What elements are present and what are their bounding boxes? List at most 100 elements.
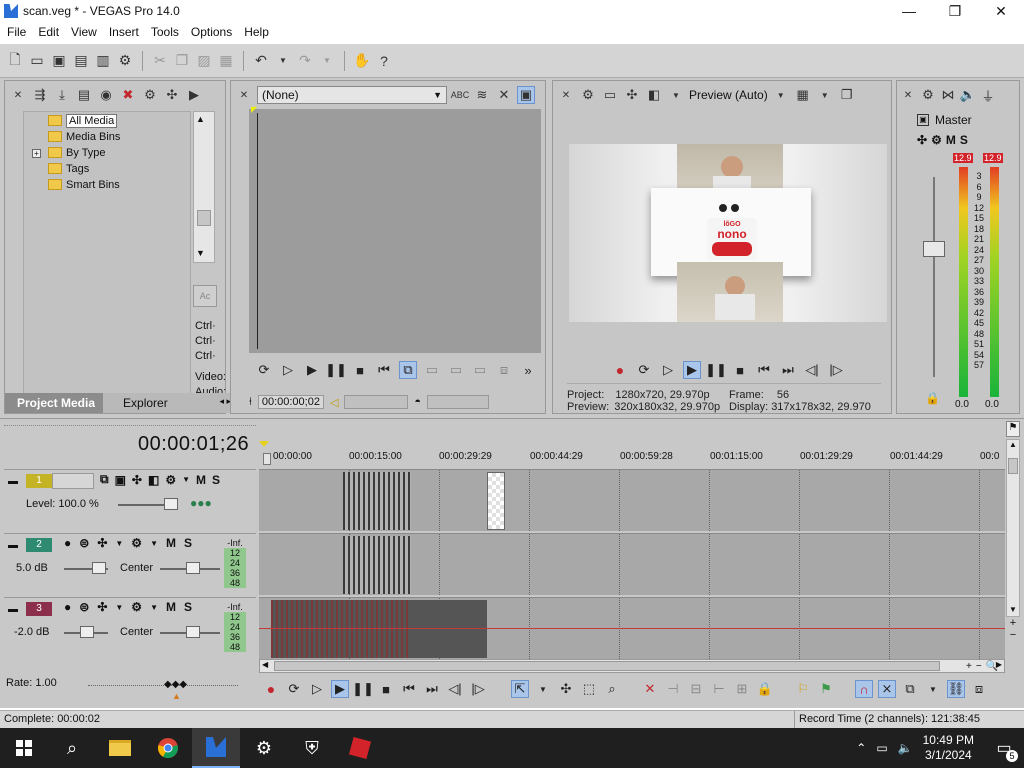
- track-fx-icon[interactable]: ✣: [97, 536, 107, 550]
- tree-item-smart-bins[interactable]: Smart Bins: [48, 177, 120, 192]
- import-media-icon[interactable]: ⇶: [31, 86, 49, 104]
- cut-icon[interactable]: ✂: [151, 52, 169, 70]
- stop-icon[interactable]: ■: [351, 361, 369, 379]
- track-name-field[interactable]: [52, 473, 94, 489]
- tab-explorer[interactable]: Explorer: [103, 393, 176, 413]
- file-explorer-icon[interactable]: [96, 728, 144, 768]
- maximize-button[interactable]: ❐: [932, 0, 978, 22]
- notification-center-button[interactable]: ▭ 5: [984, 728, 1024, 768]
- track-gear-icon[interactable]: ⚙: [165, 473, 176, 487]
- auto-preview-icon[interactable]: ✣: [163, 86, 181, 104]
- chevron-down-icon[interactable]: ▼: [772, 86, 790, 104]
- selection-tool-icon[interactable]: ⬚: [580, 680, 598, 698]
- close-panel-icon[interactable]: ✕: [235, 86, 253, 104]
- track-header-audio-2[interactable]: ▬ 2 ● ⊜ ✣ ▼ ⚙ ▼ M S 5.0 dB Center -Inf. …: [4, 533, 256, 595]
- search-icon[interactable]: ⌕: [48, 728, 96, 768]
- preview-settings-gear-icon[interactable]: ⚙: [579, 86, 597, 104]
- lock-icon[interactable]: 🔒: [925, 391, 940, 405]
- solo-button[interactable]: S: [212, 473, 220, 487]
- arm-record-icon[interactable]: ●: [64, 600, 71, 614]
- scroll-down-icon[interactable]: ▼: [196, 248, 205, 258]
- track-motion-icon[interactable]: ⧉: [100, 472, 109, 487]
- track-gear-icon[interactable]: ⚙: [131, 600, 142, 614]
- start-button[interactable]: [0, 728, 48, 768]
- lock-envelopes-icon[interactable]: ⛓: [947, 680, 965, 698]
- chevron-down-icon[interactable]: ▼: [115, 539, 123, 548]
- mute-button[interactable]: M: [166, 600, 176, 614]
- ignore-grouping-icon[interactable]: ⧈: [970, 680, 988, 698]
- stop-icon[interactable]: ■: [731, 361, 749, 379]
- volume-icon[interactable]: 🔈: [898, 741, 913, 755]
- play-icon[interactable]: ▶: [683, 361, 701, 379]
- chevron-down-icon[interactable]: ▼: [534, 680, 552, 698]
- track-area-audio-3[interactable]: [259, 597, 1005, 659]
- go-to-start-icon[interactable]: ⏮: [375, 361, 393, 379]
- copy-snapshot-icon[interactable]: ❐: [838, 86, 856, 104]
- chevron-down-icon[interactable]: ▼: [816, 86, 834, 104]
- trimmer-monitor-icon[interactable]: ▣: [517, 86, 535, 104]
- go-to-end-icon[interactable]: ⏭: [423, 680, 441, 698]
- tree-item-tags[interactable]: Tags: [48, 161, 89, 176]
- get-photo-icon[interactable]: ▤: [75, 86, 93, 104]
- track-fx-icon[interactable]: ✣: [97, 600, 107, 614]
- menu-file[interactable]: File: [0, 25, 31, 39]
- solo-button[interactable]: S: [184, 536, 192, 550]
- trimmer-source-dropdown[interactable]: (None) ▼: [257, 86, 447, 104]
- trim-icon[interactable]: ⊞: [733, 680, 751, 698]
- chrome-icon[interactable]: [144, 728, 192, 768]
- chevron-down-icon[interactable]: ▼: [115, 603, 123, 612]
- zoom-tool-icon[interactable]: ⌕: [603, 680, 621, 698]
- loop-icon[interactable]: ⟳: [635, 361, 653, 379]
- arm-record-icon[interactable]: ●: [64, 536, 71, 550]
- play-icon[interactable]: ▶: [303, 361, 321, 379]
- add-before-cursor-icon[interactable]: ▭: [471, 361, 489, 379]
- tray-chevron-up-icon[interactable]: ⌃: [856, 741, 866, 755]
- trimmer-selection-field[interactable]: [344, 395, 409, 409]
- play-from-start-icon[interactable]: ▷: [659, 361, 677, 379]
- capture-video-icon[interactable]: ⤓: [53, 86, 71, 104]
- network-icon[interactable]: ▭: [876, 741, 887, 755]
- track-gear-icon[interactable]: ⚙: [131, 536, 142, 550]
- trim-end-icon[interactable]: ⊢: [710, 680, 728, 698]
- parent-mode-icon[interactable]: ◧: [148, 473, 159, 487]
- trimmer-length-field[interactable]: [427, 395, 490, 409]
- clock[interactable]: 10:49 PM 3/1/2024: [923, 733, 974, 763]
- paste-icon[interactable]: ▨: [195, 52, 213, 70]
- security-shield-icon[interactable]: ⛨: [288, 728, 336, 768]
- rate-slider-handle[interactable]: ◆◆◆: [164, 679, 187, 690]
- whats-this-help-icon[interactable]: ?: [375, 52, 393, 70]
- properties-gear-icon[interactable]: ⚙: [116, 52, 134, 70]
- add-after-cursor-icon[interactable]: ▭: [447, 361, 465, 379]
- fit-icon[interactable]: ⧈: [495, 361, 513, 379]
- scroll-up-icon[interactable]: ▲: [196, 114, 205, 124]
- dropdown-icon[interactable]: ▼: [667, 86, 685, 104]
- audio-clip-event[interactable]: [271, 600, 487, 658]
- chevron-down-icon[interactable]: ▼: [150, 603, 158, 612]
- timeline-ruler[interactable]: 00:00:00 00:00:15:00 00:00:29:29 00:00:4…: [259, 441, 1005, 469]
- tree-item-by-type[interactable]: By Type: [48, 145, 106, 160]
- auto-crossfade-icon[interactable]: ⨯: [878, 680, 896, 698]
- zoom-in-icon[interactable]: +: [966, 661, 972, 672]
- scroll-thumb[interactable]: [197, 210, 211, 226]
- menu-insert[interactable]: Insert: [102, 25, 144, 39]
- lock-icon[interactable]: 🔒: [756, 680, 774, 698]
- track-area-video-1[interactable]: [259, 469, 1005, 531]
- scroll-left-icon[interactable]: ◀: [262, 660, 268, 669]
- video-fx-icon[interactable]: ◧: [645, 86, 663, 104]
- open-folder-icon[interactable]: ▭: [28, 52, 46, 70]
- close-panel-icon[interactable]: ✕: [9, 86, 27, 104]
- audio-clip-events[interactable]: [343, 536, 411, 594]
- chevron-down-icon[interactable]: ▼: [182, 475, 190, 484]
- envelope-tool-icon[interactable]: ✣: [557, 680, 575, 698]
- compositing-icon[interactable]: ✣: [132, 473, 142, 487]
- zoom-tool-icon[interactable]: 🔍: [986, 661, 998, 672]
- invert-phase-icon[interactable]: ⊜: [79, 600, 89, 614]
- close-panel-icon[interactable]: ✕: [557, 86, 575, 104]
- menu-view[interactable]: View: [64, 25, 102, 39]
- copy-icon[interactable]: ❐: [173, 52, 191, 70]
- track-effects-icon[interactable]: ●●●: [190, 496, 212, 510]
- playhead-handle[interactable]: [263, 453, 271, 465]
- marker-flag-icon[interactable]: ⚑: [1006, 421, 1020, 437]
- media-fx-icon[interactable]: ⚙: [141, 86, 159, 104]
- collapse-track-icon[interactable]: ▬: [8, 604, 18, 615]
